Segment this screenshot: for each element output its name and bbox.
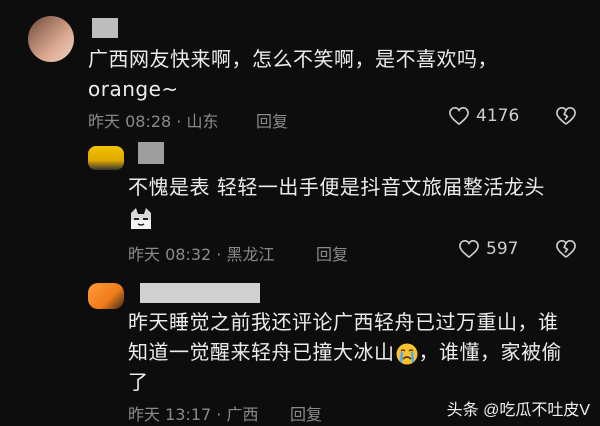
reply-button[interactable]: 回复 xyxy=(290,401,322,425)
avatar[interactable] xyxy=(88,283,124,309)
sneaky-cat-emoji xyxy=(131,207,151,229)
comment-2: 不愧是表 轻轻一出手便是抖音文旅届整活龙头 昨天 08:32 · 黑龙江 回复 … xyxy=(0,140,600,275)
comment-text-content: 不愧是表 轻轻一出手便是抖音文旅届整活龙头 xyxy=(128,175,545,199)
watermark: 头条 @吃瓜不吐皮V xyxy=(446,402,590,419)
comment-text-content: 广西网友快来啊，怎么不笑啊，是不喜欢吗，orange~ xyxy=(88,47,498,101)
dislike-button[interactable] xyxy=(555,106,577,130)
like-button[interactable]: 4176 xyxy=(448,106,519,126)
avatar[interactable] xyxy=(88,146,124,170)
username-blurred[interactable] xyxy=(138,142,164,164)
dislike-button[interactable] xyxy=(555,239,577,263)
comment-meta: 昨天 08:32 · 黑龙江 xyxy=(128,245,275,264)
comment-meta: 昨天 08:28 · 山东 xyxy=(88,112,219,131)
like-count: 4176 xyxy=(476,106,520,126)
heart-icon xyxy=(459,239,479,259)
username-blurred[interactable] xyxy=(92,18,118,38)
reply-button[interactable]: 回复 xyxy=(256,108,288,132)
broken-heart-icon xyxy=(556,239,576,258)
like-count: 597 xyxy=(486,239,519,259)
crying-emoji xyxy=(396,343,417,364)
avatar[interactable] xyxy=(28,16,74,62)
like-button[interactable]: 597 xyxy=(458,239,518,259)
broken-heart-icon xyxy=(556,106,576,125)
reply-button[interactable]: 回复 xyxy=(316,241,348,265)
comment-text: 昨天睡觉之前我还评论广西轻舟已过万重山，谁知道一觉醒来轻舟已撞大冰山 ，谁懂，家… xyxy=(128,307,578,397)
comment-1: 广西网友快来啊，怎么不笑啊，是不喜欢吗，orange~ 昨天 08:28 · 山… xyxy=(0,0,600,140)
comment-text: 不愧是表 轻轻一出手便是抖音文旅届整活龙头 xyxy=(128,172,588,232)
comment-text: 广西网友快来啊，怎么不笑啊，是不喜欢吗，orange~ xyxy=(88,44,568,104)
username-blurred[interactable] xyxy=(140,283,260,303)
heart-icon xyxy=(449,106,469,126)
comment-meta: 昨天 13:17 · 广西 xyxy=(128,405,259,424)
